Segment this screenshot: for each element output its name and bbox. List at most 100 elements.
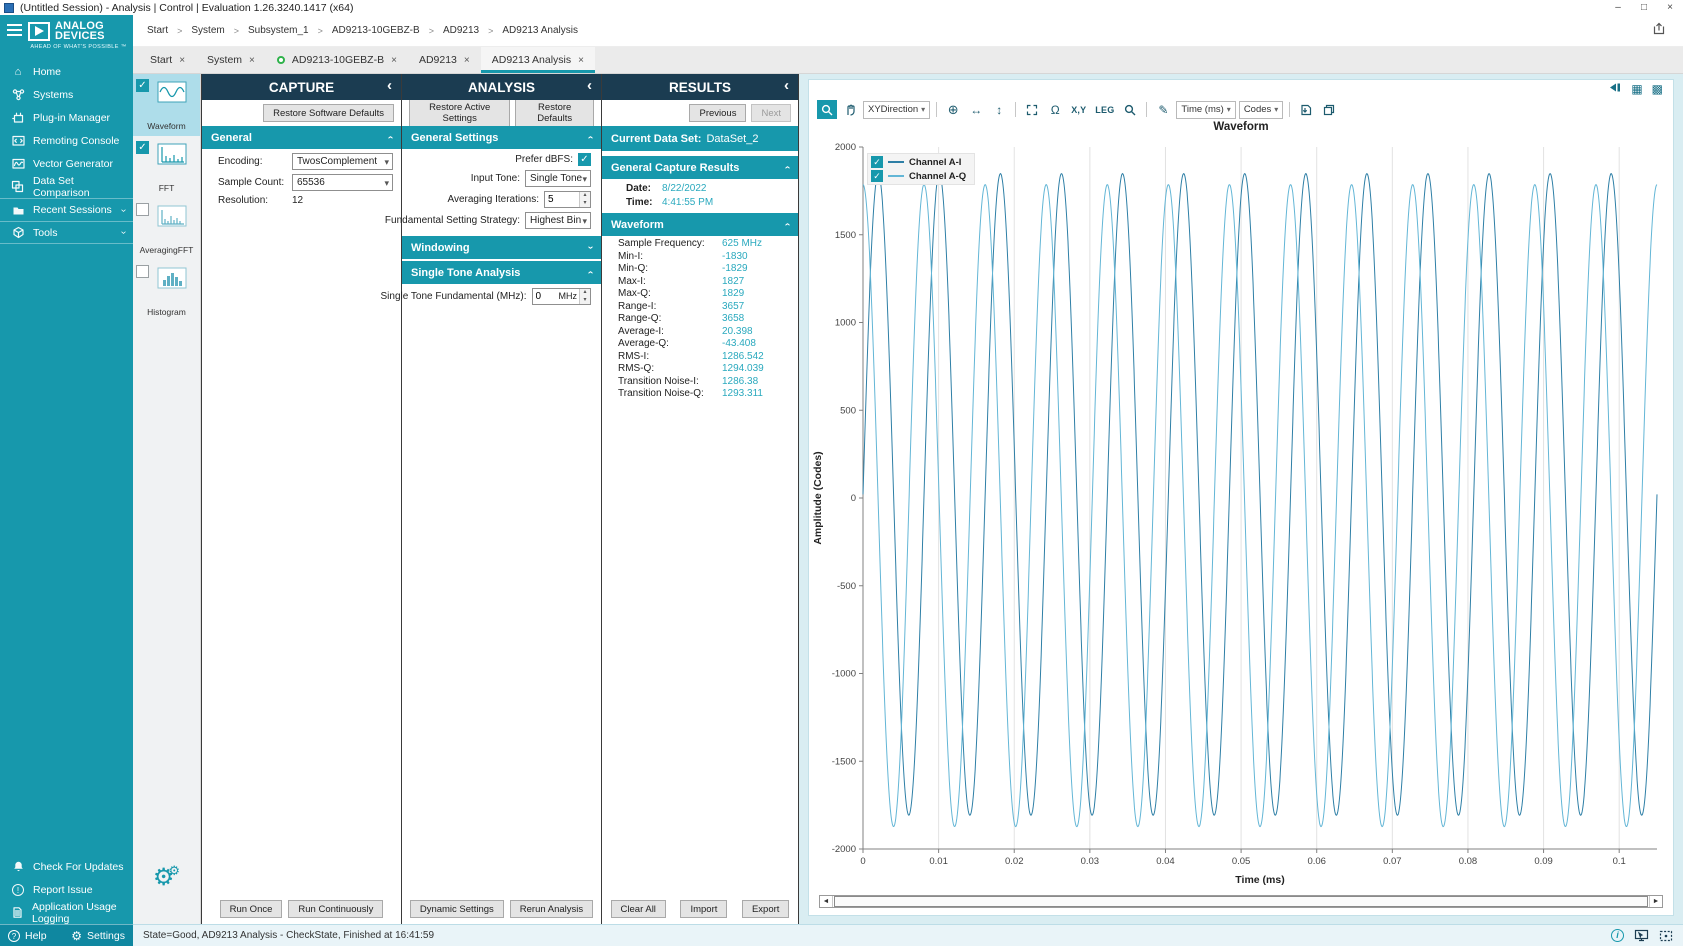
restore-defaults-button[interactable]: Restore Defaults	[515, 99, 594, 128]
prefer-dbfs-checkbox[interactable]: ✓	[578, 153, 591, 166]
sidebar-item-recent-sessions[interactable]: Recent Sessions ›	[0, 198, 133, 221]
legend-toggle-button[interactable]: LEG	[1092, 100, 1117, 119]
sidebar-item-remoting-console[interactable]: Remoting Console	[0, 129, 133, 152]
series-visibility-checkbox[interactable]: ✓	[871, 170, 883, 182]
pan-mode-button[interactable]	[840, 100, 860, 119]
toolstrip-item-fft[interactable]: ✓ FFT	[133, 136, 200, 198]
encoding-select[interactable]: TwosComplement ▾	[292, 153, 393, 170]
next-dataset-button[interactable]: Next	[751, 104, 791, 122]
center-view-button[interactable]: ⊕	[943, 100, 963, 119]
waveform-svg[interactable]: 00.010.020.030.040.050.060.070.080.090.1…	[809, 137, 1673, 893]
averagingfft-checkbox[interactable]	[136, 203, 149, 216]
clear-all-button[interactable]: Clear All	[611, 900, 666, 918]
breadcrumb-system[interactable]: System	[187, 23, 228, 38]
scroll-right-icon[interactable]: ►	[1649, 896, 1662, 907]
zoom-mode-button[interactable]	[817, 100, 837, 119]
sidebar-item-tools[interactable]: Tools ›	[0, 221, 133, 244]
restore-active-settings-button[interactable]: Restore Active Settings	[409, 99, 510, 128]
selection-grid-icon[interactable]	[1659, 930, 1673, 942]
chart-horizontal-scrollbar[interactable]: ◄ ►	[819, 895, 1663, 908]
tab-start[interactable]: Start ×	[139, 47, 196, 73]
collapse-panel-icon[interactable]: ‹	[587, 77, 592, 94]
tab-chip[interactable]: AD9213 ×	[408, 47, 481, 73]
sidebar-item-systems[interactable]: Systems	[0, 83, 133, 106]
waveform-checkbox[interactable]: ✓	[136, 79, 149, 92]
single-tone-fundamental-stepper[interactable]: MHz ▴ ▾	[532, 288, 592, 305]
maximize-button[interactable]: □	[1631, 0, 1657, 15]
fit-all-button[interactable]	[1022, 100, 1042, 119]
fft-checkbox[interactable]: ✓	[136, 141, 149, 154]
breadcrumb-board[interactable]: AD9213-10GEBZ-B	[328, 23, 424, 38]
export-button[interactable]: Export	[742, 900, 789, 918]
sidebar-item-settings[interactable]: ⚙ Settings	[63, 925, 133, 946]
collapse-panel-icon[interactable]: ‹	[387, 77, 392, 94]
averaging-iterations-input[interactable]	[545, 192, 579, 207]
series-visibility-checkbox[interactable]: ✓	[871, 156, 883, 168]
fundamental-strategy-select[interactable]: Highest Bin ▾	[525, 212, 591, 229]
sidebar-item-dataset-comparison[interactable]: Data Set Comparison	[0, 175, 133, 198]
single-tone-fundamental-input[interactable]	[533, 289, 559, 304]
undo-zoom-button[interactable]: Ω	[1045, 100, 1065, 119]
breadcrumb-chip[interactable]: AD9213	[439, 23, 483, 38]
toolstrip-item-waveform[interactable]: ✓ Waveform	[133, 74, 200, 136]
sample-count-select[interactable]: 65536 ▾	[292, 174, 393, 191]
codes-unit-dropdown[interactable]: Codes ▾	[1239, 101, 1283, 119]
export-session-icon[interactable]	[1653, 22, 1669, 40]
board-settings-gears-icon[interactable]: ⚙⚙	[133, 863, 200, 892]
previous-dataset-button[interactable]: Previous	[689, 104, 746, 122]
info-icon[interactable]: i	[1611, 929, 1624, 942]
close-icon[interactable]: ×	[464, 55, 470, 66]
time-unit-dropdown[interactable]: Time (ms) ▾	[1176, 101, 1235, 119]
tab-board[interactable]: AD9213-10GEBZ-B ×	[266, 47, 408, 73]
toolstrip-item-histogram[interactable]: Histogram	[133, 260, 200, 322]
grid-view-icon[interactable]: ▦	[1631, 82, 1642, 96]
spin-up-icon[interactable]: ▴	[580, 192, 590, 200]
breadcrumb-subsystem[interactable]: Subsystem_1	[244, 23, 313, 38]
spin-down-icon[interactable]: ▾	[580, 297, 590, 305]
export-chart-data-icon[interactable]	[1296, 100, 1316, 119]
sidebar-item-help[interactable]: ? Help	[0, 925, 55, 946]
run-continuously-button[interactable]: Run Continuously	[288, 900, 383, 918]
run-once-button[interactable]: Run Once	[220, 900, 283, 918]
toolstrip-item-averagingfft[interactable]: AveragingFFT	[133, 198, 200, 260]
close-icon[interactable]: ×	[578, 55, 584, 66]
scrollbar-thumb[interactable]	[834, 896, 1648, 907]
sidebar-item-plugin-manager[interactable]: Plug-in Manager	[0, 106, 133, 129]
input-tone-select[interactable]: Single Tone ▾	[525, 170, 591, 187]
collapse-chart-panel-icon[interactable]	[1609, 82, 1622, 96]
breadcrumb-analysis[interactable]: AD9213 Analysis	[498, 23, 582, 38]
fit-width-button[interactable]: ↔	[966, 100, 986, 119]
xydirection-dropdown[interactable]: XYDirection ▾	[863, 101, 930, 119]
breadcrumb-start[interactable]: Start	[143, 23, 172, 38]
copy-chart-image-icon[interactable]	[1319, 100, 1339, 119]
windowing-section[interactable]: Windowing ›	[402, 236, 601, 259]
scroll-left-icon[interactable]: ◄	[820, 896, 833, 907]
close-button[interactable]: ×	[1657, 0, 1683, 15]
capture-general-section[interactable]: General ›	[202, 126, 401, 149]
sidebar-item-vector-generator[interactable]: Vector Generator	[0, 152, 133, 175]
close-icon[interactable]: ×	[179, 55, 185, 66]
close-icon[interactable]: ×	[391, 55, 397, 66]
collapse-panel-icon[interactable]: ‹	[784, 77, 789, 94]
tab-system[interactable]: System ×	[196, 47, 266, 73]
single-tone-analysis-section[interactable]: Single Tone Analysis ›	[402, 261, 601, 284]
sidebar-item-report-issue[interactable]: ! Report Issue	[0, 878, 133, 901]
fit-height-button[interactable]: ↕	[989, 100, 1009, 119]
histogram-checkbox[interactable]	[136, 265, 149, 278]
waveform-plot[interactable]: 00.010.020.030.040.050.060.070.080.090.1…	[809, 137, 1673, 893]
close-icon[interactable]: ×	[249, 55, 255, 66]
sidebar-item-home[interactable]: ⌂ Home	[0, 60, 133, 83]
xy-values-button[interactable]: X,Y	[1068, 100, 1089, 119]
zoom-window-button[interactable]	[1120, 100, 1140, 119]
remote-display-icon[interactable]	[1634, 929, 1649, 942]
analysis-general-settings-section[interactable]: General Settings ›	[402, 126, 601, 149]
spin-down-icon[interactable]: ▾	[580, 200, 590, 208]
sidebar-item-usage-logging[interactable]: Application Usage Logging	[0, 901, 133, 924]
tab-analysis[interactable]: AD9213 Analysis ×	[481, 47, 595, 73]
averaging-iterations-stepper[interactable]: ▴ ▾	[544, 191, 591, 208]
spin-up-icon[interactable]: ▴	[580, 289, 590, 297]
dynamic-settings-button[interactable]: Dynamic Settings	[410, 900, 504, 918]
annotate-button[interactable]: ✎	[1153, 100, 1173, 119]
sidebar-item-check-updates[interactable]: Check For Updates	[0, 855, 133, 878]
minimize-button[interactable]: –	[1605, 0, 1631, 15]
